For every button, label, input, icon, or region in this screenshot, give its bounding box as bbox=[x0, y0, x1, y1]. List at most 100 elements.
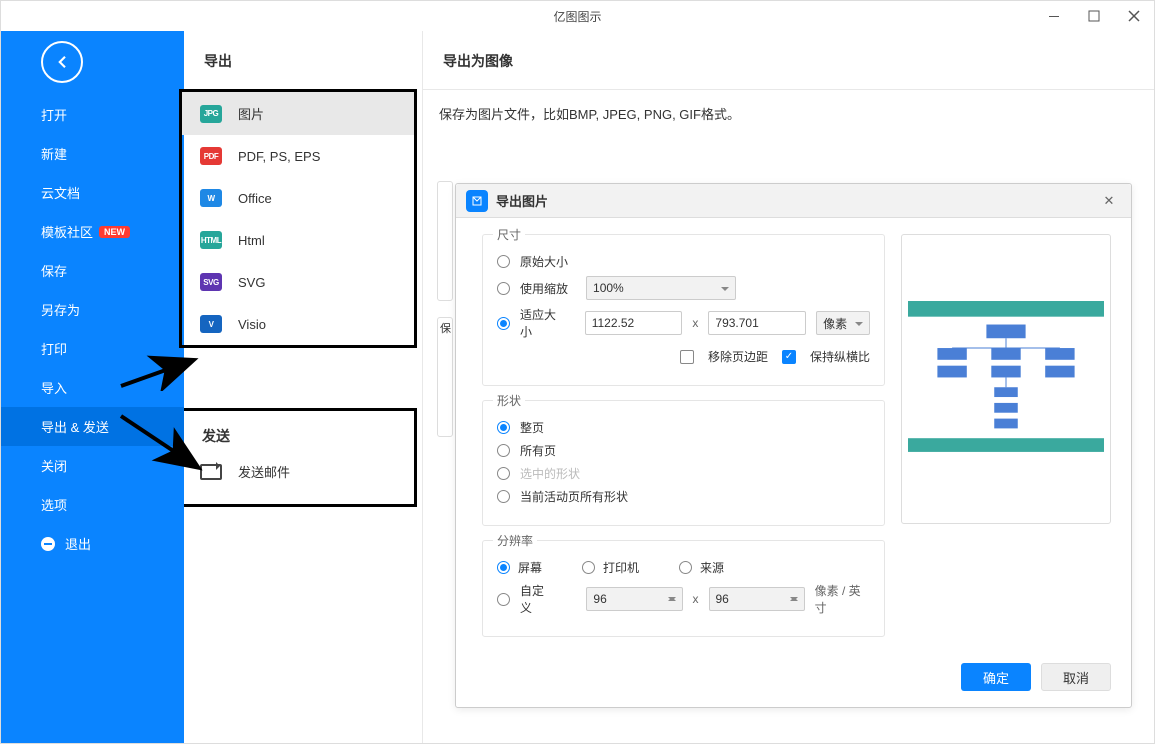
sidebar-item-saveas[interactable]: 另存为 bbox=[1, 290, 184, 329]
maximize-button[interactable] bbox=[1074, 1, 1114, 31]
content-panel: 导出为图像 保存为图片文件，比如BMP, JPEG, PNG, GIF格式。 保… bbox=[422, 31, 1154, 743]
radio-label: 适应大小 bbox=[520, 306, 567, 340]
radio-all-pages[interactable] bbox=[497, 444, 510, 457]
sidebar-item-label: 关闭 bbox=[41, 456, 67, 475]
radio-label: 所有页 bbox=[520, 442, 556, 459]
radio-screen[interactable] bbox=[497, 561, 510, 574]
radio-whole-page[interactable] bbox=[497, 421, 510, 434]
sidebar-item-save[interactable]: 保存 bbox=[1, 251, 184, 290]
export-item-svg[interactable]: SVG SVG bbox=[182, 261, 414, 303]
radio-printer[interactable] bbox=[582, 561, 595, 574]
export-item-pdf[interactable]: PDF PDF, PS, EPS bbox=[182, 135, 414, 177]
titlebar: 亿图图示 bbox=[1, 1, 1154, 31]
export-item-office[interactable]: W Office bbox=[182, 177, 414, 219]
group-label: 尺寸 bbox=[493, 226, 525, 243]
height-input[interactable]: 793.701 bbox=[708, 311, 806, 335]
export-image-dialog: 导出图片 ✕ 尺寸 原始大小 使用缩放 100% 适应大小 1122.52 x … bbox=[455, 183, 1132, 708]
sidebar-item-cloud[interactable]: 云文档 bbox=[1, 173, 184, 212]
radio-selected-shapes[interactable] bbox=[497, 467, 510, 480]
radio-custom-res[interactable] bbox=[497, 593, 510, 606]
ok-button[interactable]: 确定 bbox=[961, 663, 1031, 691]
res-x-input[interactable]: 96 bbox=[586, 587, 682, 611]
export-item-image[interactable]: JPG 图片 bbox=[182, 92, 414, 135]
cancel-button[interactable]: 取消 bbox=[1041, 663, 1111, 691]
send-email-item[interactable]: 发送邮件 bbox=[182, 454, 414, 489]
size-group: 尺寸 原始大小 使用缩放 100% 适应大小 1122.52 x 793.701… bbox=[482, 234, 885, 386]
radio-label: 来源 bbox=[700, 559, 724, 576]
radio-label: 屏幕 bbox=[518, 559, 542, 576]
export-item-label: PDF, PS, EPS bbox=[238, 149, 320, 164]
exit-icon bbox=[41, 537, 55, 551]
window: 亿图图示 大米 V ▾ 打开 新建 云文档 模板社区NEW 保存 另存为 打印 … bbox=[0, 0, 1155, 744]
export-item-label: Visio bbox=[238, 317, 266, 332]
minimize-button[interactable] bbox=[1034, 1, 1074, 31]
radio-label: 当前活动页所有形状 bbox=[520, 488, 628, 505]
radio-label: 使用缩放 bbox=[520, 280, 568, 297]
send-section: 发送 发送邮件 bbox=[179, 408, 417, 507]
jpg-icon: JPG bbox=[200, 105, 222, 123]
sidebar-item-label: 模板社区 bbox=[41, 222, 93, 241]
send-section-title: 发送 bbox=[182, 416, 414, 454]
visio-icon: V bbox=[200, 315, 222, 333]
unit-select[interactable]: 像素 bbox=[816, 311, 870, 335]
sidebar-item-new[interactable]: 新建 bbox=[1, 134, 184, 173]
sidebar-item-label: 退出 bbox=[65, 534, 91, 553]
export-section-title: 导出 bbox=[184, 31, 422, 89]
sidebar-item-export-send[interactable]: 导出 & 发送 bbox=[1, 407, 184, 446]
sidebar-item-open[interactable]: 打开 bbox=[1, 95, 184, 134]
sidebar: 打开 新建 云文档 模板社区 NEW 保存 另存为 打印 导入 导出 & 发送 关… bbox=[1, 31, 184, 743]
res-y-input[interactable]: 96 bbox=[709, 587, 805, 611]
radio-use-zoom[interactable] bbox=[497, 282, 510, 295]
sidebar-item-label: 导出 & 发送 bbox=[41, 417, 109, 436]
radio-label: 整页 bbox=[520, 419, 544, 436]
sidebar-item-label: 新建 bbox=[41, 144, 67, 163]
radio-label: 自定义 bbox=[520, 582, 554, 616]
html-icon: HTML bbox=[200, 231, 222, 249]
sidebar-item-templates[interactable]: 模板社区 NEW bbox=[1, 212, 184, 251]
close-button[interactable] bbox=[1114, 1, 1154, 31]
radio-label: 原始大小 bbox=[520, 253, 568, 270]
svg-icon: SVG bbox=[200, 273, 222, 291]
app-title: 亿图图示 bbox=[553, 8, 601, 25]
export-item-html[interactable]: HTMLHtml bbox=[182, 219, 414, 261]
x-label: x bbox=[692, 316, 698, 330]
back-button[interactable] bbox=[41, 41, 83, 83]
radio-active-page-shapes[interactable] bbox=[497, 490, 510, 503]
sidebar-item-label: 选项 bbox=[41, 495, 67, 514]
card-label: 保 bbox=[437, 317, 453, 437]
export-item-label: Office bbox=[238, 191, 272, 206]
radio-original-size[interactable] bbox=[497, 255, 510, 268]
send-item-label: 发送邮件 bbox=[238, 462, 290, 481]
remove-margin-checkbox[interactable] bbox=[680, 350, 694, 364]
dialog-logo-icon bbox=[466, 190, 488, 212]
export-item-label: 图片 bbox=[238, 104, 264, 123]
export-item-label: SVG bbox=[238, 275, 265, 290]
width-input[interactable]: 1122.52 bbox=[585, 311, 683, 335]
sidebar-item-options[interactable]: 选项 bbox=[1, 485, 184, 524]
export-panel: 导出 JPG 图片 PDF PDF, PS, EPS W Office HTMLHtm… bbox=[184, 31, 422, 743]
sidebar-item-print[interactable]: 打印 bbox=[1, 329, 184, 368]
sidebar-item-import[interactable]: 导入 bbox=[1, 368, 184, 407]
word-icon: W bbox=[200, 189, 222, 207]
new-badge: NEW bbox=[99, 226, 130, 238]
sidebar-item-label: 保存 bbox=[41, 261, 67, 280]
shape-group: 形状 整页 所有页 选中的形状 当前活动页所有形状 bbox=[482, 400, 885, 526]
sidebar-item-label: 另存为 bbox=[41, 300, 80, 319]
radio-label: 打印机 bbox=[603, 559, 639, 576]
content-title: 导出为图像 bbox=[423, 31, 1154, 89]
preview-pane bbox=[901, 234, 1111, 524]
pdf-icon: PDF bbox=[200, 147, 222, 165]
sidebar-item-label: 打印 bbox=[41, 339, 67, 358]
export-item-visio[interactable]: V Visio bbox=[182, 303, 414, 345]
sidebar-item-close[interactable]: 关闭 bbox=[1, 446, 184, 485]
export-format-list: JPG 图片 PDF PDF, PS, EPS W Office HTMLHtml S… bbox=[179, 89, 417, 348]
radio-label: 选中的形状 bbox=[520, 465, 580, 482]
keep-ratio-checkbox[interactable] bbox=[782, 350, 796, 364]
dialog-close-button[interactable]: ✕ bbox=[1097, 189, 1121, 213]
radio-fit-size[interactable] bbox=[497, 317, 510, 330]
sidebar-item-exit[interactable]: 退出 bbox=[1, 524, 184, 563]
radio-source[interactable] bbox=[679, 561, 692, 574]
sidebar-item-label: 导入 bbox=[41, 378, 67, 397]
sidebar-item-label: 打开 bbox=[41, 105, 67, 124]
zoom-select[interactable]: 100% bbox=[586, 276, 736, 300]
